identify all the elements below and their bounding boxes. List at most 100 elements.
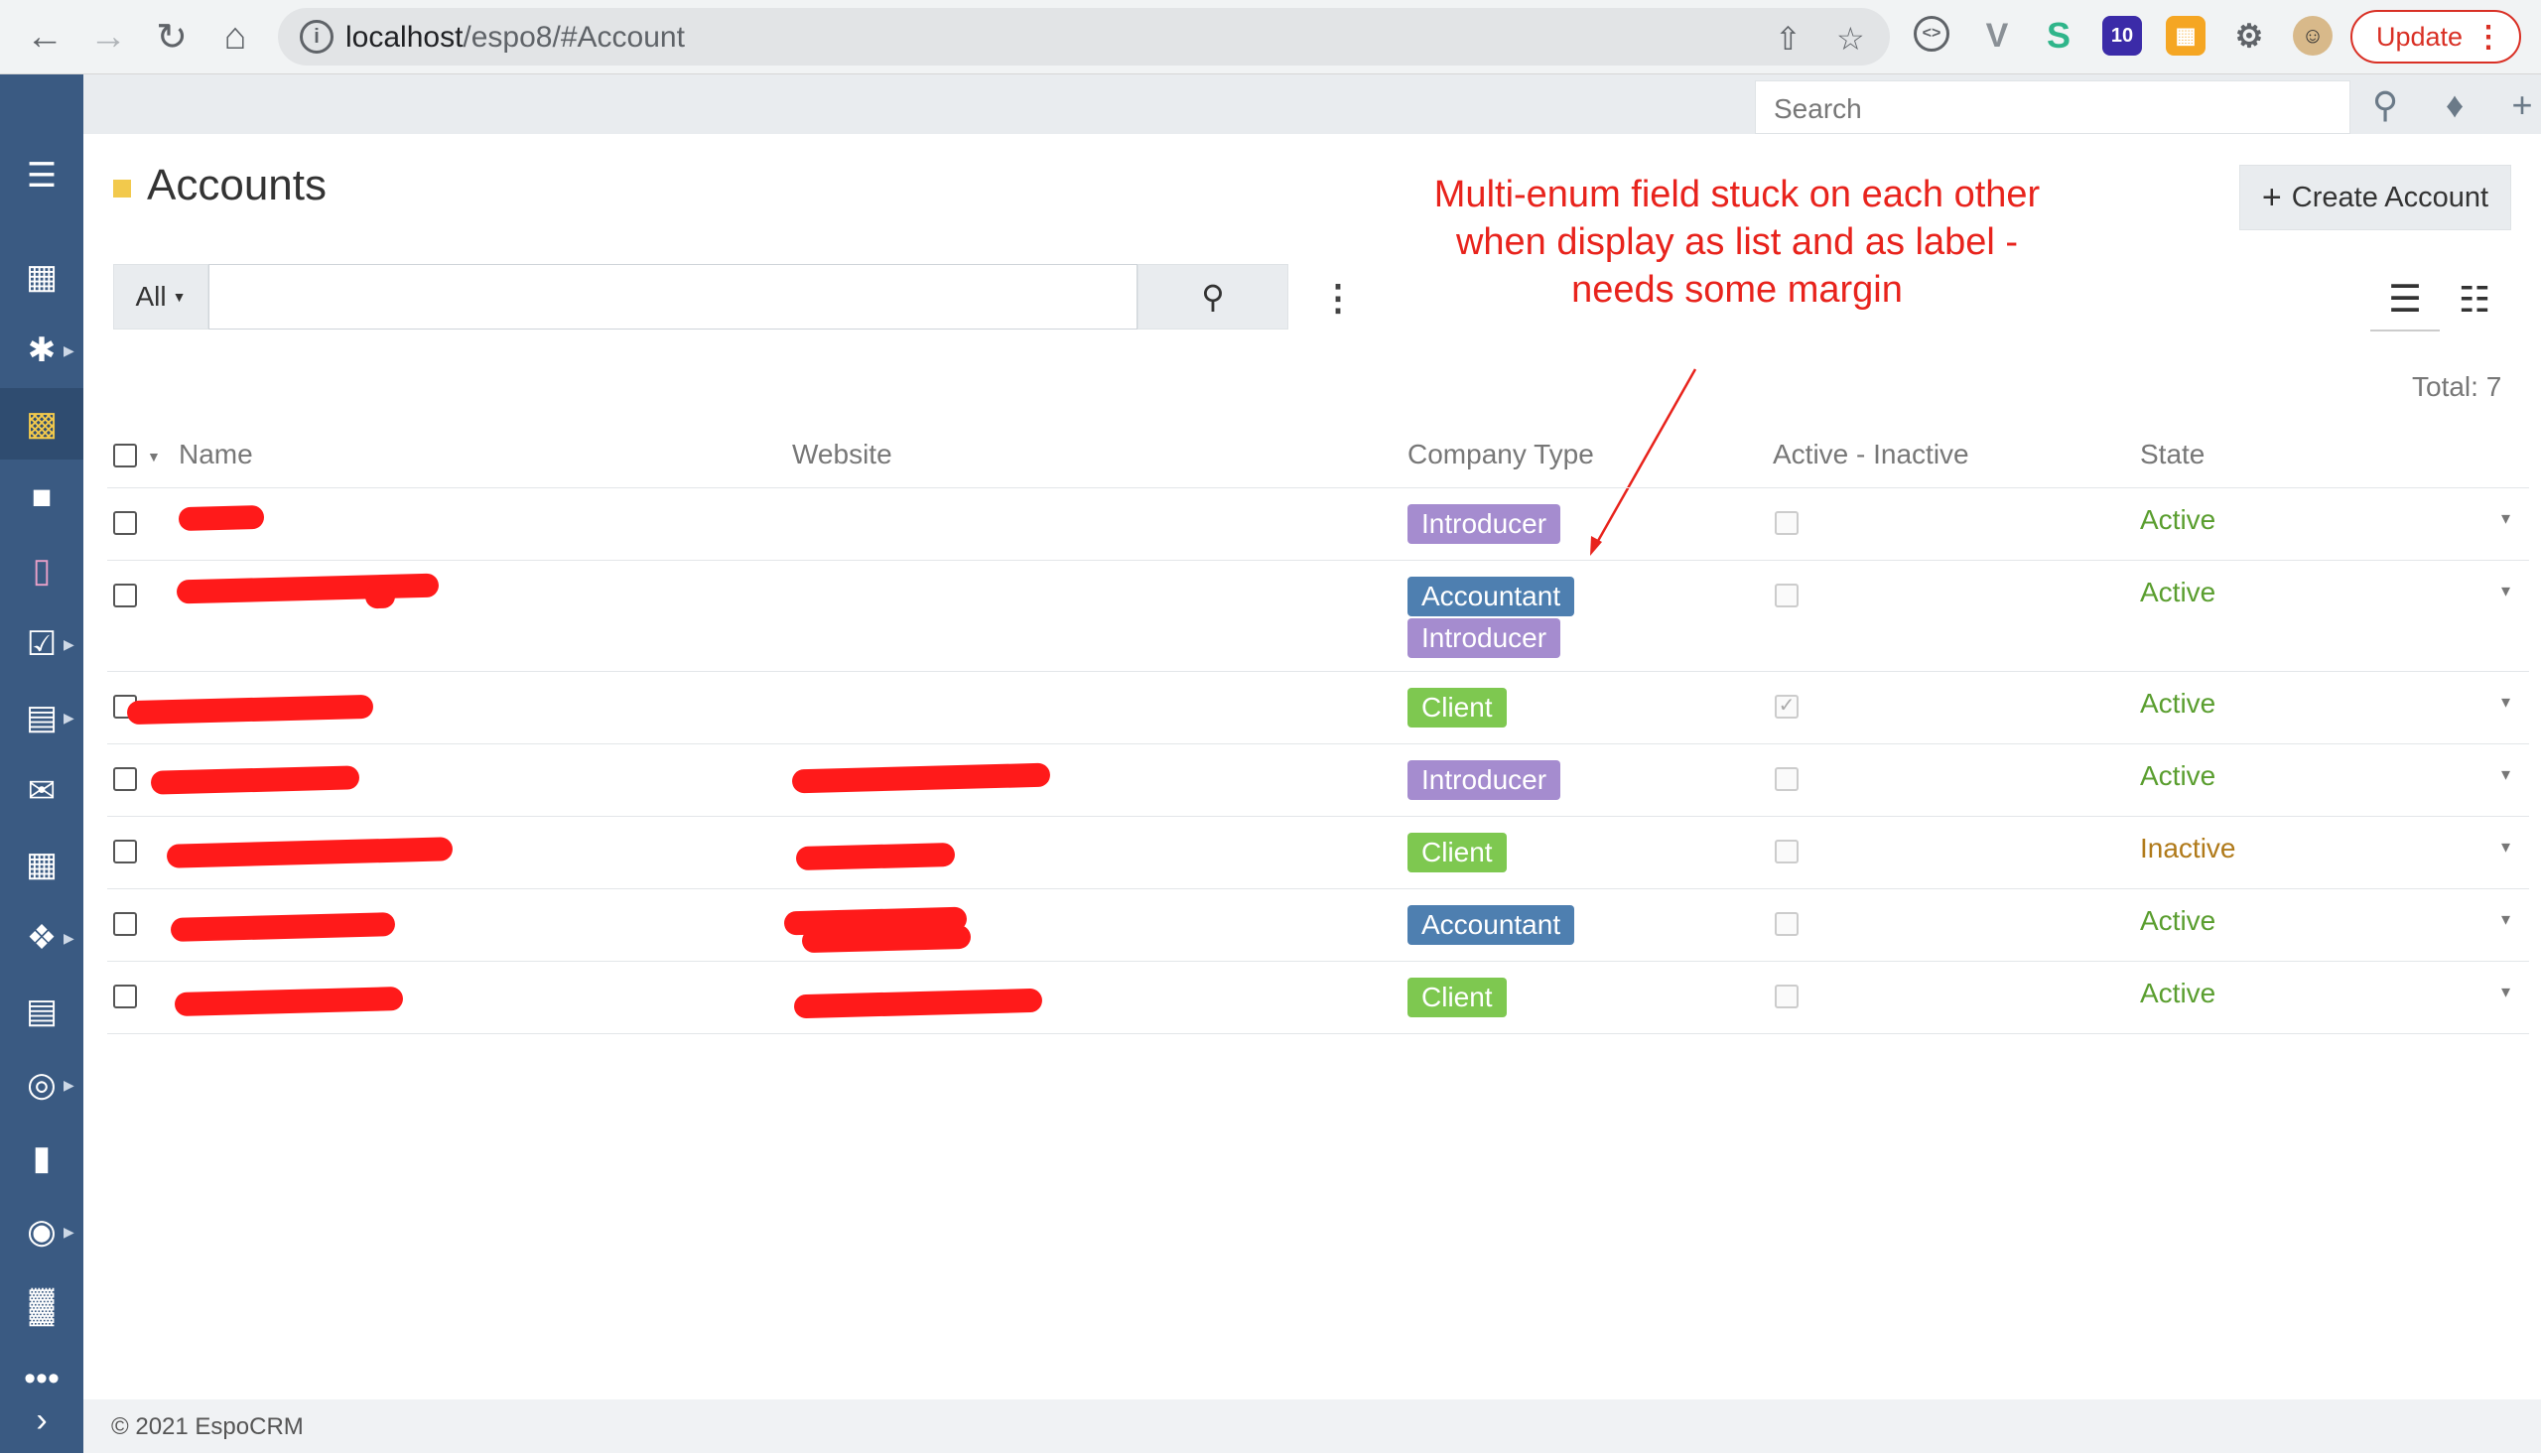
file-icon[interactable]: ▤: [0, 976, 83, 1047]
extension-badge-icon[interactable]: 10: [2102, 16, 2142, 56]
row-actions-caret-icon[interactable]: ▾: [2501, 508, 2510, 529]
user-circle-icon[interactable]: ◉ ▶: [0, 1196, 83, 1267]
state-value: Active: [2140, 577, 2216, 607]
caret-right-icon: ▶: [64, 1223, 74, 1240]
list-view-icon[interactable]: ☰: [2370, 268, 2440, 331]
row-actions-caret-icon[interactable]: ▾: [2501, 909, 2510, 930]
company-type-badge: Introducer: [1407, 618, 1561, 658]
extension-grid-icon[interactable]: ▦: [2166, 16, 2206, 56]
forward-icon[interactable]: →: [85, 14, 131, 60]
column-header-website[interactable]: Website: [792, 439, 892, 470]
table-row: Accountant Introducer Active ▾: [107, 561, 2529, 672]
row-select-checkbox[interactable]: [113, 840, 137, 863]
plus-icon: +: [2261, 178, 2282, 216]
extension-badge-count: 10: [2110, 24, 2134, 47]
task-check-icon[interactable]: ☑ ▶: [0, 608, 83, 680]
home-icon[interactable]: ⌂: [212, 14, 258, 60]
active-inactive-checkbox: [1775, 985, 1799, 1008]
documents-icon[interactable]: ▤ ▶: [0, 682, 83, 753]
filter-text-input[interactable]: [208, 264, 1137, 330]
row-actions-caret-icon[interactable]: ▾: [2501, 982, 2510, 1002]
active-inactive-checkbox: [1775, 511, 1799, 535]
create-account-button[interactable]: + Create Account: [2239, 165, 2511, 230]
row-actions-caret-icon[interactable]: ▾: [2501, 764, 2510, 785]
caret-right-icon: ▶: [64, 709, 74, 726]
update-button[interactable]: Update ⋮: [2350, 10, 2521, 64]
title-color-square: [113, 180, 131, 198]
column-header-active-inactive[interactable]: Active - Inactive: [1773, 439, 1969, 470]
page-title: Accounts: [147, 161, 327, 209]
company-type-badge: Introducer: [1407, 760, 1561, 800]
search-icon[interactable]: ⚲: [2360, 82, 2410, 128]
accounts-building-icon[interactable]: ▩: [0, 388, 83, 460]
table-header: ▼ Name Website Company Type Active - Ina…: [107, 427, 2529, 488]
address-bar[interactable]: i localhost/espo8/#Account ⇧ ☆: [278, 8, 1890, 66]
email-icon[interactable]: ✉: [0, 755, 83, 827]
redaction-mark: [793, 988, 1043, 1019]
row-select-checkbox[interactable]: [113, 584, 137, 607]
extension-v-icon[interactable]: V: [1977, 16, 2017, 56]
footer-copyright: © 2021 EspoCRM: [111, 1413, 304, 1440]
notifications-bell-icon[interactable]: ♦: [2430, 82, 2479, 128]
state-value: Inactive: [2140, 833, 2236, 863]
company-type-cell: Introducer: [1407, 760, 1561, 800]
company-type-cell: Client: [1407, 688, 1507, 728]
reports-chart-icon[interactable]: ▓: [0, 1269, 83, 1341]
row-select-checkbox[interactable]: [113, 511, 137, 535]
active-inactive-checkbox: [1775, 767, 1799, 791]
extension-s-icon[interactable]: S: [2039, 15, 2078, 56]
sidebar: ☰ ▦ ✱ ▶ ▩ ■ ▯ ☑ ▶ ▤ ▶ ✉ ▦ ❖ ▶ ▤ ◎ ▶ ▮ ◉ ▶ ▓ ••…: [0, 74, 83, 1453]
share-icon[interactable]: ⇧: [1775, 20, 1802, 58]
table-row: Client ✓ Active ▾: [107, 672, 2529, 744]
caret-down-icon[interactable]: ▼: [147, 449, 161, 464]
redaction-mark: [791, 762, 1051, 794]
table-row: Client Inactive ▾: [107, 817, 2529, 889]
contact-badge-icon[interactable]: ■: [0, 462, 83, 533]
bookmark-star-icon[interactable]: ☆: [1836, 20, 1865, 58]
filter-preset-dropdown[interactable]: All ▼: [113, 264, 208, 330]
reload-icon[interactable]: ↻: [149, 14, 195, 60]
row-actions-caret-icon[interactable]: ▾: [2501, 837, 2510, 858]
state-value: Active: [2140, 978, 2216, 1008]
global-search-input[interactable]: Search: [1755, 80, 2350, 134]
site-info-icon[interactable]: i: [300, 20, 334, 54]
menu-toggle-icon[interactable]: ☰: [0, 140, 83, 211]
total-count: Total: 7: [2412, 371, 2502, 402]
table-body: Introducer Active ▾ Accountant Introducer Act…: [107, 488, 2529, 1034]
target-icon[interactable]: ◎ ▶: [0, 1049, 83, 1121]
row-actions-caret-icon[interactable]: ▾: [2501, 581, 2510, 601]
redaction-mark: [364, 584, 396, 609]
back-icon[interactable]: ←: [22, 14, 67, 60]
extension-code-icon[interactable]: <>: [1914, 16, 1949, 52]
active-inactive-checkbox: [1775, 584, 1799, 607]
expand-sidebar-icon[interactable]: ›: [0, 1385, 83, 1456]
kanban-view-icon[interactable]: ☷: [2442, 268, 2507, 331]
filter-search-button[interactable]: ⚲: [1137, 264, 1288, 330]
calendar-icon[interactable]: ▦: [0, 829, 83, 900]
dashboard-icon[interactable]: ▦: [0, 241, 83, 313]
company-type-cell: Client: [1407, 833, 1507, 872]
row-select-checkbox[interactable]: [113, 985, 137, 1008]
select-all-checkbox[interactable]: [113, 444, 137, 467]
quick-create-plus-icon[interactable]: +: [2497, 82, 2541, 128]
column-header-state[interactable]: State: [2140, 439, 2205, 470]
row-actions-caret-icon[interactable]: ▾: [2501, 692, 2510, 713]
column-header-company-type[interactable]: Company Type: [1407, 439, 1594, 470]
create-account-label: Create Account: [2291, 181, 2489, 213]
column-header-name[interactable]: Name: [179, 439, 253, 470]
company-type-cell: Accountant: [1407, 905, 1575, 945]
filter-preset-label: All: [135, 281, 167, 312]
row-select-checkbox[interactable]: [113, 767, 137, 791]
profile-avatar-icon[interactable]: ☺: [2293, 16, 2333, 56]
bird-icon[interactable]: ❖ ▶: [0, 902, 83, 974]
lead-card-icon[interactable]: ▯: [0, 535, 83, 606]
browser-chrome: ← → ↻ ⌂ i localhost/espo8/#Account ⇧ ☆ <…: [0, 0, 2541, 74]
url-text: localhost/espo8/#Account: [345, 21, 685, 55]
book-icon[interactable]: ▮: [0, 1123, 83, 1194]
asterisk-icon[interactable]: ✱ ▶: [0, 315, 83, 386]
company-type-cell: Introducer: [1407, 504, 1561, 544]
row-select-checkbox[interactable]: [113, 912, 137, 936]
extensions-puzzle-icon[interactable]: ⚙: [2229, 16, 2269, 56]
caret-right-icon: ▶: [64, 929, 74, 946]
filter-more-icon[interactable]: ⋮: [1320, 278, 1356, 318]
